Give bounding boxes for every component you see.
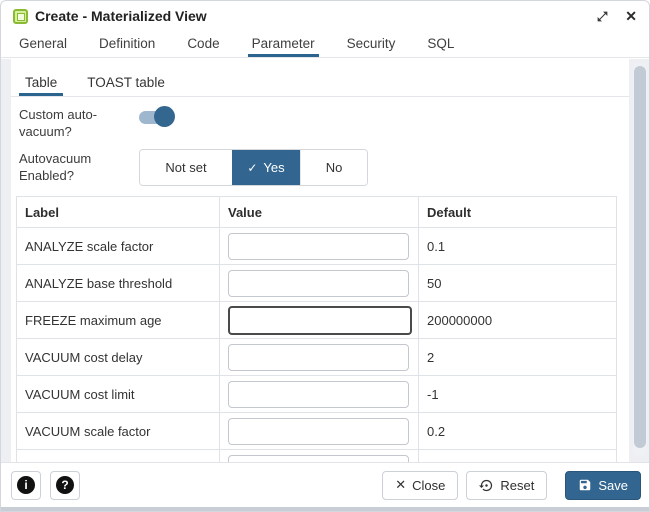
materialized-view-icon: [13, 9, 28, 24]
info-icon: i: [17, 476, 35, 494]
info-button[interactable]: i: [11, 471, 41, 500]
tab-parameter[interactable]: Parameter: [248, 31, 319, 57]
analyze-scale-factor-input[interactable]: [228, 233, 409, 260]
sub-tabs: Table TOAST table: [11, 69, 629, 97]
tab-definition[interactable]: Definition: [95, 31, 159, 57]
reset-button[interactable]: Reset: [466, 471, 547, 500]
freeze-maximum-age-input[interactable]: [228, 306, 412, 335]
close-button[interactable]: ✕ Close: [382, 471, 458, 500]
header-default: Default: [419, 197, 617, 228]
param-label: VACUUM scale factor: [17, 413, 220, 450]
maximize-icon[interactable]: [596, 10, 609, 23]
custom-autovacuum-toggle[interactable]: [139, 110, 171, 125]
help-button[interactable]: ?: [50, 471, 80, 500]
param-default: 50: [419, 265, 617, 302]
save-button[interactable]: Save: [565, 471, 641, 500]
autovacuum-enabled-row: Autovacuum Enabled? Not set ✓ Yes No: [19, 149, 621, 186]
vacuum-cost-delay-input[interactable]: [228, 344, 409, 371]
param-label: ANALYZE scale factor: [17, 228, 220, 265]
param-default: 0.1: [419, 228, 617, 265]
tab-code[interactable]: Code: [183, 31, 223, 57]
vacuum-base-threshold-input[interactable]: [228, 455, 409, 463]
close-x-icon: ✕: [395, 477, 406, 493]
param-default: 0.2: [419, 413, 617, 450]
close-icon[interactable]: ✕: [625, 9, 637, 23]
option-no[interactable]: No: [300, 150, 367, 185]
table-row: VACUUM cost delay 2: [17, 339, 617, 376]
parameter-panel: Table TOAST table Custom auto-vacuum? Au…: [11, 59, 629, 462]
custom-autovacuum-row: Custom auto-vacuum?: [19, 105, 621, 141]
param-default: 200000000: [419, 302, 617, 339]
table-row: ANALYZE scale factor 0.1: [17, 228, 617, 265]
analyze-base-threshold-input[interactable]: [228, 270, 409, 297]
table-row: ANALYZE base threshold 50: [17, 265, 617, 302]
autovacuum-enabled-group: Not set ✓ Yes No: [139, 149, 368, 186]
help-icon: ?: [56, 476, 74, 494]
table-row: VACUUM cost limit -1: [17, 376, 617, 413]
table-row: VACUUM scale factor 0.2: [17, 413, 617, 450]
tab-sql[interactable]: SQL: [423, 31, 458, 57]
param-label: FREEZE maximum age: [17, 302, 220, 339]
subtab-table[interactable]: Table: [19, 69, 63, 96]
table-row: VACUUM base threshold 50: [17, 450, 617, 463]
titlebar: Create - Materialized View ✕: [1, 1, 649, 31]
save-icon: [578, 478, 592, 492]
param-default: -1: [419, 376, 617, 413]
option-not-set[interactable]: Not set: [140, 150, 232, 185]
param-label: ANALYZE base threshold: [17, 265, 220, 302]
param-default: 2: [419, 339, 617, 376]
check-icon: ✓: [247, 161, 257, 175]
dialog-tabs: General Definition Code Parameter Securi…: [1, 31, 649, 58]
reset-icon: [479, 478, 494, 493]
vacuum-cost-limit-input[interactable]: [228, 381, 409, 408]
scrollbar-thumb[interactable]: [634, 66, 646, 448]
option-yes[interactable]: ✓ Yes: [232, 150, 300, 185]
footer-bar: i ? ✕ Close Reset Save: [1, 462, 649, 511]
autovacuum-enabled-label: Autovacuum Enabled?: [19, 149, 139, 185]
param-default: 50: [419, 450, 617, 463]
tab-general[interactable]: General: [15, 31, 71, 57]
create-materialized-view-dialog: Create - Materialized View ✕ General Def…: [0, 0, 650, 512]
content-area: Table TOAST table Custom auto-vacuum? Au…: [1, 59, 649, 462]
param-label: VACUUM cost delay: [17, 339, 220, 376]
dialog-bottom-edge: [1, 507, 649, 511]
parameters-table: Label Value Default ANALYZE scale factor…: [16, 196, 617, 462]
scrollbar-track[interactable]: [633, 63, 647, 456]
param-label: VACUUM cost limit: [17, 376, 220, 413]
dialog-title: Create - Materialized View: [35, 8, 207, 24]
header-label: Label: [17, 197, 220, 228]
header-value: Value: [220, 197, 419, 228]
table-header-row: Label Value Default: [17, 197, 617, 228]
custom-autovacuum-label: Custom auto-vacuum?: [19, 105, 139, 141]
param-label: VACUUM base threshold: [17, 450, 220, 463]
table-row: FREEZE maximum age 200000000: [17, 302, 617, 339]
toggle-thumb: [154, 106, 175, 127]
tab-security[interactable]: Security: [343, 31, 400, 57]
subtab-toast-table[interactable]: TOAST table: [81, 69, 171, 96]
vacuum-scale-factor-input[interactable]: [228, 418, 409, 445]
